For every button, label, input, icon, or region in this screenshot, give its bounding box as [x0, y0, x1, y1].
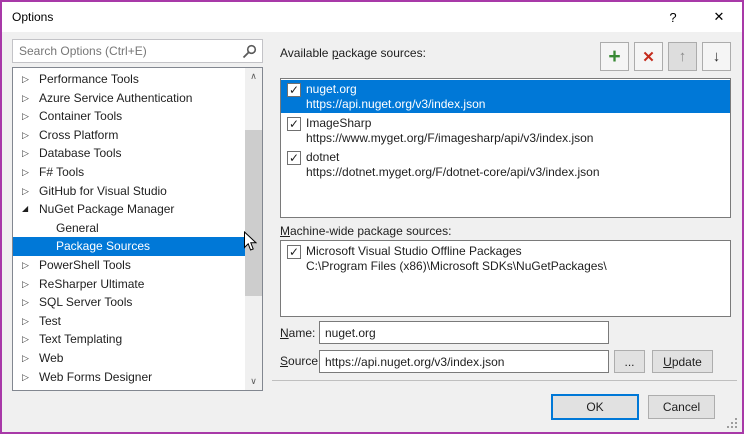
chevron-right-icon[interactable]: ▷ [22, 386, 34, 390]
browse-button[interactable]: ... [614, 350, 645, 373]
source-item-nuget-org[interactable]: ✓ nuget.org https://api.nuget.org/v3/ind… [281, 80, 730, 113]
chevron-right-icon[interactable]: ▷ [22, 126, 34, 145]
source-item-dotnet[interactable]: ✓ dotnet https://dotnet.myget.org/F/dotn… [281, 148, 730, 181]
resize-grip[interactable] [727, 418, 737, 428]
move-down-button[interactable]: ↓ [702, 42, 731, 71]
tree-item-powershell-tools[interactable]: ▷PowerShell Tools [13, 256, 245, 275]
source-url: https://www.myget.org/F/imagesharp/api/v… [306, 131, 593, 146]
chevron-right-icon[interactable]: ▷ [22, 70, 34, 89]
cancel-button[interactable]: Cancel [648, 395, 715, 419]
footer-separator [272, 380, 737, 381]
scrollbar-thumb[interactable] [245, 130, 262, 296]
chevron-right-icon[interactable]: ▷ [22, 144, 34, 163]
update-button[interactable]: Update [652, 350, 713, 373]
source-name: Microsoft Visual Studio Offline Packages [306, 243, 607, 259]
tree-scrollbar[interactable]: ∧ ∨ [245, 68, 262, 390]
machine-sources-label: Machine-wide package sources: [280, 224, 451, 238]
move-up-button[interactable]: ↑ [668, 42, 697, 71]
available-sources-list: ✓ nuget.org https://api.nuget.org/v3/ind… [280, 78, 731, 218]
source-name: ImageSharp [306, 115, 593, 131]
chevron-right-icon[interactable]: ▷ [22, 293, 34, 312]
name-label: Name: [280, 326, 315, 340]
search-input[interactable] [13, 40, 262, 62]
search-box [12, 39, 263, 63]
source-field[interactable] [319, 350, 609, 373]
available-sources-label: Available package sources: [280, 46, 426, 60]
add-source-button[interactable]: + [600, 42, 629, 71]
scroll-down-icon[interactable]: ∨ [245, 373, 262, 390]
tree-item-text-templating[interactable]: ▷Text Templating [13, 330, 245, 349]
chevron-expanded-icon[interactable]: ◢ [22, 200, 34, 219]
tree-item-test[interactable]: ▷Test [13, 312, 245, 331]
chevron-right-icon[interactable]: ▷ [22, 368, 34, 387]
source-name: nuget.org [306, 81, 485, 97]
tree-item-web-forms-designer[interactable]: ▷Web Forms Designer [13, 368, 245, 387]
close-button[interactable]: ✕ [696, 2, 742, 32]
chevron-right-icon[interactable]: ▷ [22, 330, 34, 349]
delete-x-icon: ✕ [642, 48, 655, 66]
machine-sources-list: ✓ Microsoft Visual Studio Offline Packag… [280, 240, 731, 317]
tree-item-web-performance-test-tools[interactable]: ▷Web Performance Test Tools [13, 386, 245, 390]
source-url: C:\Program Files (x86)\Microsoft SDKs\Nu… [306, 259, 607, 274]
source-url: https://dotnet.myget.org/F/dotnet-core/a… [306, 165, 600, 180]
chevron-right-icon[interactable]: ▷ [22, 163, 34, 182]
chevron-right-icon[interactable]: ▷ [22, 107, 34, 126]
tree-rows: ▷Performance Tools ▷Azure Service Authen… [13, 70, 245, 390]
search-icon[interactable] [242, 44, 257, 59]
remove-source-button[interactable]: ✕ [634, 42, 663, 71]
source-item-vs-offline-packages[interactable]: ✓ Microsoft Visual Studio Offline Packag… [281, 242, 730, 275]
source-url: https://api.nuget.org/v3/index.json [306, 97, 485, 112]
checkbox-checked-icon[interactable]: ✓ [287, 83, 301, 97]
tree-item-general[interactable]: General [13, 219, 245, 238]
tree-item-cross-platform[interactable]: ▷Cross Platform [13, 126, 245, 145]
chevron-right-icon[interactable]: ▷ [22, 182, 34, 201]
tree-item-package-sources[interactable]: Package Sources [13, 237, 245, 256]
title-bar: Options ? ✕ [2, 2, 742, 32]
arrow-up-icon: ↑ [679, 48, 687, 65]
chevron-right-icon[interactable]: ▷ [22, 312, 34, 331]
tree-item-container-tools[interactable]: ▷Container Tools [13, 107, 245, 126]
source-label: Source: [280, 354, 321, 368]
tree-item-database-tools[interactable]: ▷Database Tools [13, 144, 245, 163]
checkbox-checked-icon[interactable]: ✓ [287, 245, 301, 259]
dialog-title: Options [2, 10, 53, 24]
source-item-imagesharp[interactable]: ✓ ImageSharp https://www.myget.org/F/ima… [281, 114, 730, 147]
arrow-down-icon: ↓ [713, 48, 721, 65]
chevron-right-icon[interactable]: ▷ [22, 275, 34, 294]
chevron-right-icon[interactable]: ▷ [22, 89, 34, 108]
checkbox-checked-icon[interactable]: ✓ [287, 151, 301, 165]
plus-icon: + [608, 45, 620, 69]
tree-item-performance-tools[interactable]: ▷Performance Tools [13, 70, 245, 89]
ok-button[interactable]: OK [551, 394, 639, 420]
tree-item-github-for-visual-studio[interactable]: ▷GitHub for Visual Studio [13, 182, 245, 201]
tree-item-fsharp-tools[interactable]: ▷F# Tools [13, 163, 245, 182]
chevron-right-icon[interactable]: ▷ [22, 256, 34, 275]
options-dialog: Options ? ✕ ▷Performance Tools ▷Azure Se… [0, 0, 744, 434]
tree-item-resharper-ultimate[interactable]: ▷ReSharper Ultimate [13, 275, 245, 294]
tree-item-nuget-package-manager[interactable]: ◢NuGet Package Manager [13, 200, 245, 219]
tree-item-azure-service-authentication[interactable]: ▷Azure Service Authentication [13, 89, 245, 108]
tree-item-web[interactable]: ▷Web [13, 349, 245, 368]
checkbox-checked-icon[interactable]: ✓ [287, 117, 301, 131]
tree-item-sql-server-tools[interactable]: ▷SQL Server Tools [13, 293, 245, 312]
chevron-right-icon[interactable]: ▷ [22, 349, 34, 368]
name-field[interactable] [319, 321, 609, 344]
source-name: dotnet [306, 149, 600, 165]
scroll-up-icon[interactable]: ∧ [245, 68, 262, 85]
help-button[interactable]: ? [650, 2, 696, 32]
options-tree: ▷Performance Tools ▷Azure Service Authen… [12, 67, 263, 391]
